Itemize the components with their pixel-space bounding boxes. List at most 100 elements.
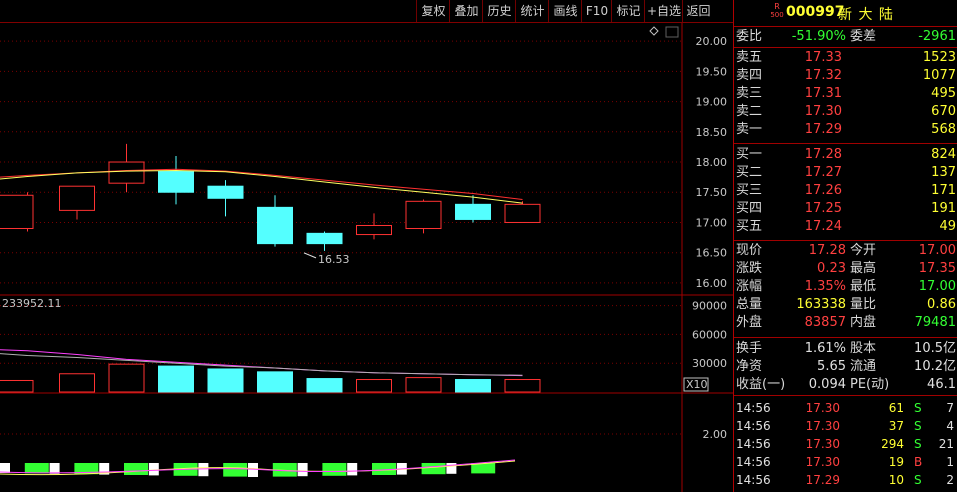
fin-value: 46.1 [927, 377, 956, 392]
indicator-bar [322, 463, 347, 476]
tick-row: 14:56 17.30 294 S 21 [734, 435, 957, 453]
toolbar-button-2[interactable]: 历史 [482, 0, 516, 22]
candle-body [207, 185, 244, 199]
stat-value: 17.00 [918, 243, 956, 258]
weibi-label: 委比 [736, 29, 763, 44]
price-tick-label: 17.50 [696, 186, 728, 199]
tick-side: S [914, 437, 922, 451]
bid-row: 买一 17.28 824 [734, 146, 957, 164]
ask-volume: 495 [931, 86, 956, 101]
stat-row: 涨跌 0.23 最高 17.35 [734, 260, 957, 278]
toolbar-button-7[interactable]: +自选 [644, 0, 683, 22]
volume-tick-label: 60000 [692, 328, 727, 341]
toolbar-button-3[interactable]: 统计 [515, 0, 549, 22]
bid-row: 买二 17.27 137 [734, 164, 957, 182]
ask-volume: 1523 [922, 50, 956, 65]
toolbar-button-6[interactable]: 标记 [611, 0, 645, 22]
ask-label: 卖四 [736, 68, 763, 83]
fin-row: 净资 5.65 流通 10.2亿 [734, 358, 957, 376]
fin-value: 0.094 [808, 377, 846, 392]
stat-value: 83857 [804, 315, 846, 330]
tick-price: 17.30 [805, 401, 840, 415]
scroll-box-icon[interactable] [665, 26, 679, 38]
volume-bar [0, 379, 34, 393]
ask-row: 卖五 17.33 1523 [734, 49, 957, 67]
fin-label: 流通 [850, 359, 877, 374]
stat-label: 涨幅 [736, 279, 763, 294]
indicator-bar [347, 463, 358, 476]
candle-body [257, 206, 293, 245]
stat-row: 涨幅 1.35% 最低 17.00 [734, 278, 957, 296]
bid-volume: 137 [931, 165, 956, 180]
toolbar-button-8[interactable]: 返回 [682, 0, 714, 22]
weibi-value: -51.90% [791, 29, 846, 44]
indicator-bar [248, 463, 258, 477]
candle-body [455, 203, 491, 220]
price-tick-label: 18.50 [696, 126, 728, 139]
stat-value: 17.28 [808, 243, 846, 258]
ask-label: 卖一 [736, 122, 763, 137]
volume-bar [455, 379, 491, 393]
ask-row: 卖二 17.30 670 [734, 103, 957, 121]
price-tick-label: 19.00 [696, 96, 728, 109]
indicator-bar [124, 463, 148, 475]
volume-tick-label: 30000 [692, 357, 727, 370]
ask-row: 卖三 17.31 495 [734, 85, 957, 103]
kline-chart[interactable]: 20.00 19.50 19.00 18.50 18.00 17.50 17.00 16.50… [0, 23, 733, 492]
price-tick-label: 20.00 [696, 35, 728, 48]
candle-body [356, 224, 392, 236]
tick-row: 14:56 17.30 19 B 1 [734, 453, 957, 471]
toolbar-button-1[interactable]: 叠加 [449, 0, 483, 22]
bid-volume: 171 [931, 183, 956, 198]
fin-row: 换手 1.61% 股本 10.5亿 [734, 340, 957, 358]
ask-volume: 1077 [922, 68, 956, 83]
candle-body [306, 232, 343, 245]
stat-label: 现价 [736, 243, 763, 258]
candle-body [108, 161, 145, 184]
weibi-row: 委比 -51.90% 委差 -2961 [734, 28, 957, 46]
price-tick-label: 16.00 [696, 277, 728, 290]
weicha-value: -2961 [918, 29, 956, 44]
price-tick-label: 18.00 [696, 156, 728, 169]
diamond-icon[interactable] [649, 26, 659, 36]
candle-body [405, 200, 442, 230]
toolbar-button-0[interactable]: 复权 [416, 0, 450, 22]
panel-separator [734, 395, 957, 396]
indicator-bar [297, 463, 308, 477]
stat-value: 163338 [796, 297, 846, 312]
panel-separator [734, 47, 957, 48]
toolbar-button-5[interactable]: F10 [581, 0, 612, 22]
tick-side: S [914, 419, 922, 433]
bid-row: 买五 17.24 49 [734, 218, 957, 236]
tick-count: 21 [938, 437, 954, 451]
bid-price: 17.24 [804, 219, 842, 234]
quote-panel: R 500 000997 新 大 陆 委比 -51.90% 委差 -2961 卖五 17.… [733, 0, 957, 492]
chart-canvas[interactable]: 20.00 19.50 19.00 18.50 18.00 17.50 17.00 16.50… [0, 23, 733, 492]
candle-body [504, 203, 541, 223]
tick-volume: 61 [888, 401, 904, 415]
ask-label: 卖三 [736, 86, 763, 101]
fin-value: 10.5亿 [914, 341, 956, 356]
stat-label: 外盘 [736, 315, 763, 330]
stat-row: 外盘 83857 内盘 79481 [734, 314, 957, 332]
tick-side: S [914, 473, 922, 487]
stock-name: 新 大 陆 [838, 7, 894, 23]
min-price-label: 16.53 [318, 253, 350, 266]
price-tick-label: 17.00 [696, 216, 728, 229]
ask-row: 卖一 17.29 568 [734, 121, 957, 139]
tick-row: 14:56 17.30 37 S 4 [734, 417, 957, 435]
stat-label: 涨跌 [736, 261, 763, 276]
toolbar: 复权 叠加 历史 统计 画线 F10 标记 +自选 返回 [0, 0, 733, 23]
tick-count: 4 [946, 419, 954, 433]
toolbar-button-4[interactable]: 画线 [548, 0, 582, 22]
price-tick-label: 19.50 [696, 65, 728, 78]
ask-price: 17.30 [804, 104, 842, 119]
volume-bar [108, 363, 145, 393]
tick-time: 14:56 [736, 401, 771, 415]
bid-row: 买四 17.25 191 [734, 200, 957, 218]
bid-label: 买一 [736, 147, 763, 162]
tick-time: 14:56 [736, 419, 771, 433]
ask-volume: 568 [931, 122, 956, 137]
bid-volume: 49 [939, 219, 956, 234]
stat-label: 今开 [850, 243, 877, 258]
